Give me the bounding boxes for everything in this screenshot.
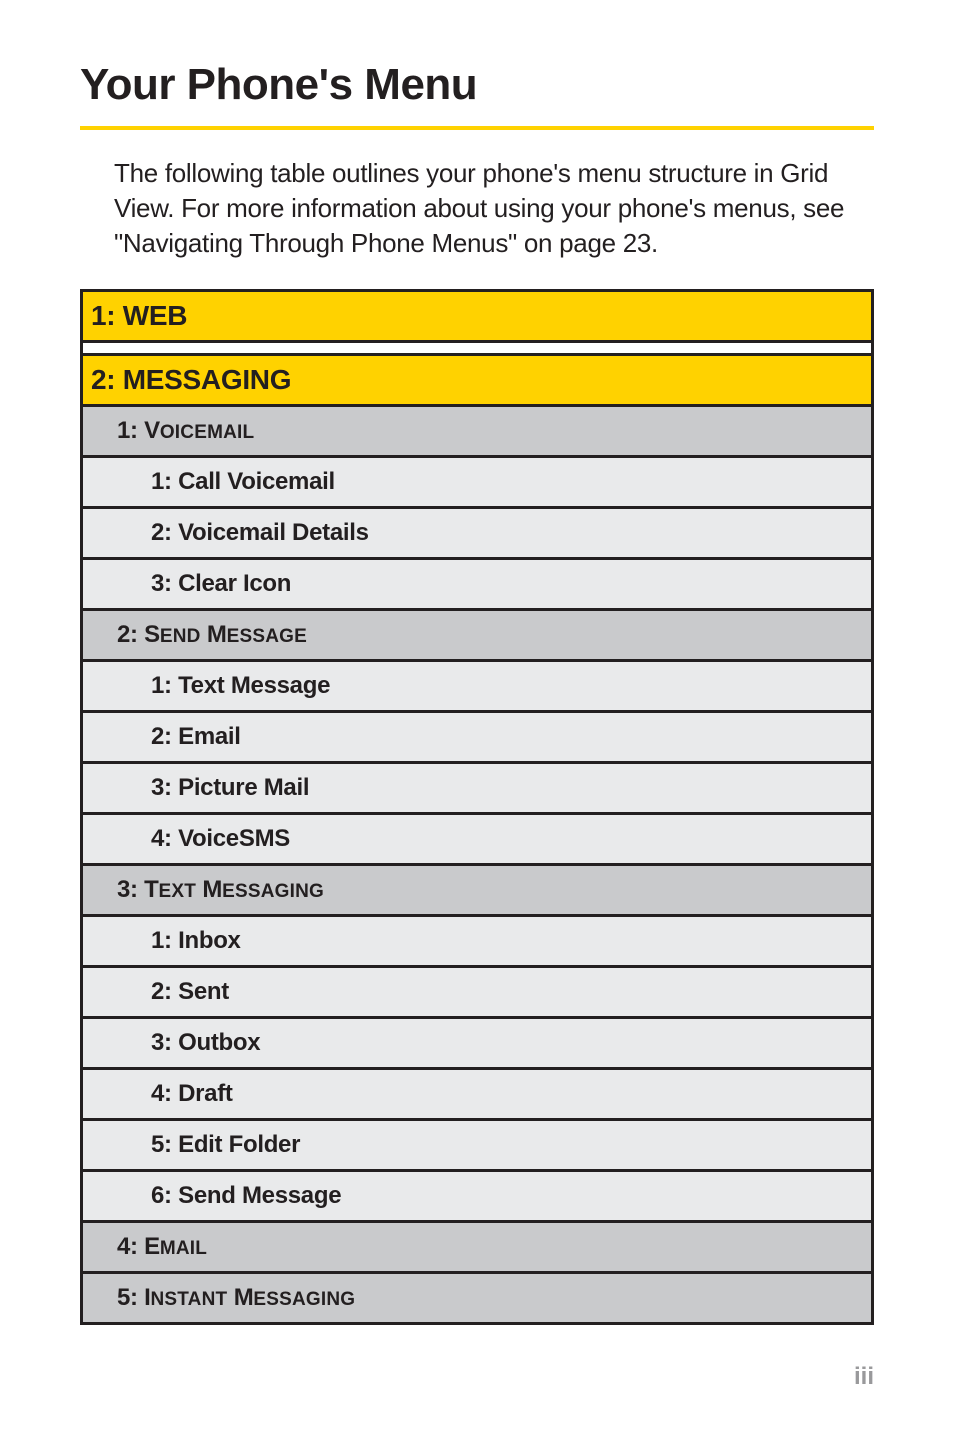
menu-item-label: 4: VoiceSMS bbox=[151, 825, 290, 853]
menu-item-call-voicemail: 1: Call Voicemail bbox=[83, 458, 871, 509]
menu-sub-label: 4: Email bbox=[117, 1233, 207, 1261]
menu-sub-text-messaging: 3: Text Messaging bbox=[83, 866, 871, 917]
menu-sub-email: 4: Email bbox=[83, 1223, 871, 1274]
menu-item-edit-folder: 5: Edit Folder bbox=[83, 1121, 871, 1172]
menu-item-email: 2: Email bbox=[83, 713, 871, 764]
menu-item-send-message: 6: Send Message bbox=[83, 1172, 871, 1223]
menu-sub-send-message: 2: Send Message bbox=[83, 611, 871, 662]
page-number: iii bbox=[854, 1363, 874, 1391]
menu-sub-label: 3: Text Messaging bbox=[117, 876, 324, 904]
menu-item-label: 5: Edit Folder bbox=[151, 1131, 300, 1159]
menu-item-label: 1: Text Message bbox=[151, 672, 330, 700]
menu-item-clear-icon: 3: Clear Icon bbox=[83, 560, 871, 611]
menu-top-label: 2: MESSAGING bbox=[91, 364, 291, 396]
menu-item-label: 2: Voicemail Details bbox=[151, 519, 369, 547]
menu-top-messaging: 2: MESSAGING bbox=[83, 353, 871, 407]
menu-item-inbox: 1: Inbox bbox=[83, 917, 871, 968]
menu-item-outbox: 3: Outbox bbox=[83, 1019, 871, 1070]
menu-item-voicesms: 4: VoiceSMS bbox=[83, 815, 871, 866]
menu-item-label: 6: Send Message bbox=[151, 1182, 341, 1210]
title-divider bbox=[80, 126, 874, 130]
menu-top-web: 1: WEB bbox=[83, 292, 871, 343]
menu-item-voicemail-details: 2: Voicemail Details bbox=[83, 509, 871, 560]
menu-sub-label: 2: Send Message bbox=[117, 621, 307, 649]
menu-item-sent: 2: Sent bbox=[83, 968, 871, 1019]
menu-item-label: 4: Draft bbox=[151, 1080, 233, 1108]
menu-sub-label: 5: Instant Messaging bbox=[117, 1284, 355, 1312]
menu-item-label: 3: Picture Mail bbox=[151, 774, 309, 802]
menu-top-label: 1: WEB bbox=[91, 300, 187, 332]
menu-sub-voicemail: 1: Voicemail bbox=[83, 407, 871, 458]
menu-table: 1: WEB 2: MESSAGING 1: Voicemail 1: Call… bbox=[80, 289, 874, 1325]
menu-item-label: 2: Sent bbox=[151, 978, 229, 1006]
menu-item-picture-mail: 3: Picture Mail bbox=[83, 764, 871, 815]
menu-item-label: 2: Email bbox=[151, 723, 241, 751]
intro-paragraph: The following table outlines your phone'… bbox=[114, 156, 874, 261]
page-title: Your Phone's Menu bbox=[80, 60, 874, 110]
menu-item-label: 1: Inbox bbox=[151, 927, 241, 955]
menu-item-label: 1: Call Voicemail bbox=[151, 468, 335, 496]
menu-sub-label: 1: Voicemail bbox=[117, 417, 254, 445]
menu-item-label: 3: Outbox bbox=[151, 1029, 260, 1057]
table-spacer bbox=[83, 343, 871, 353]
menu-item-draft: 4: Draft bbox=[83, 1070, 871, 1121]
menu-item-label: 3: Clear Icon bbox=[151, 570, 291, 598]
menu-sub-instant-messaging: 5: Instant Messaging bbox=[83, 1274, 871, 1325]
menu-item-text-message: 1: Text Message bbox=[83, 662, 871, 713]
